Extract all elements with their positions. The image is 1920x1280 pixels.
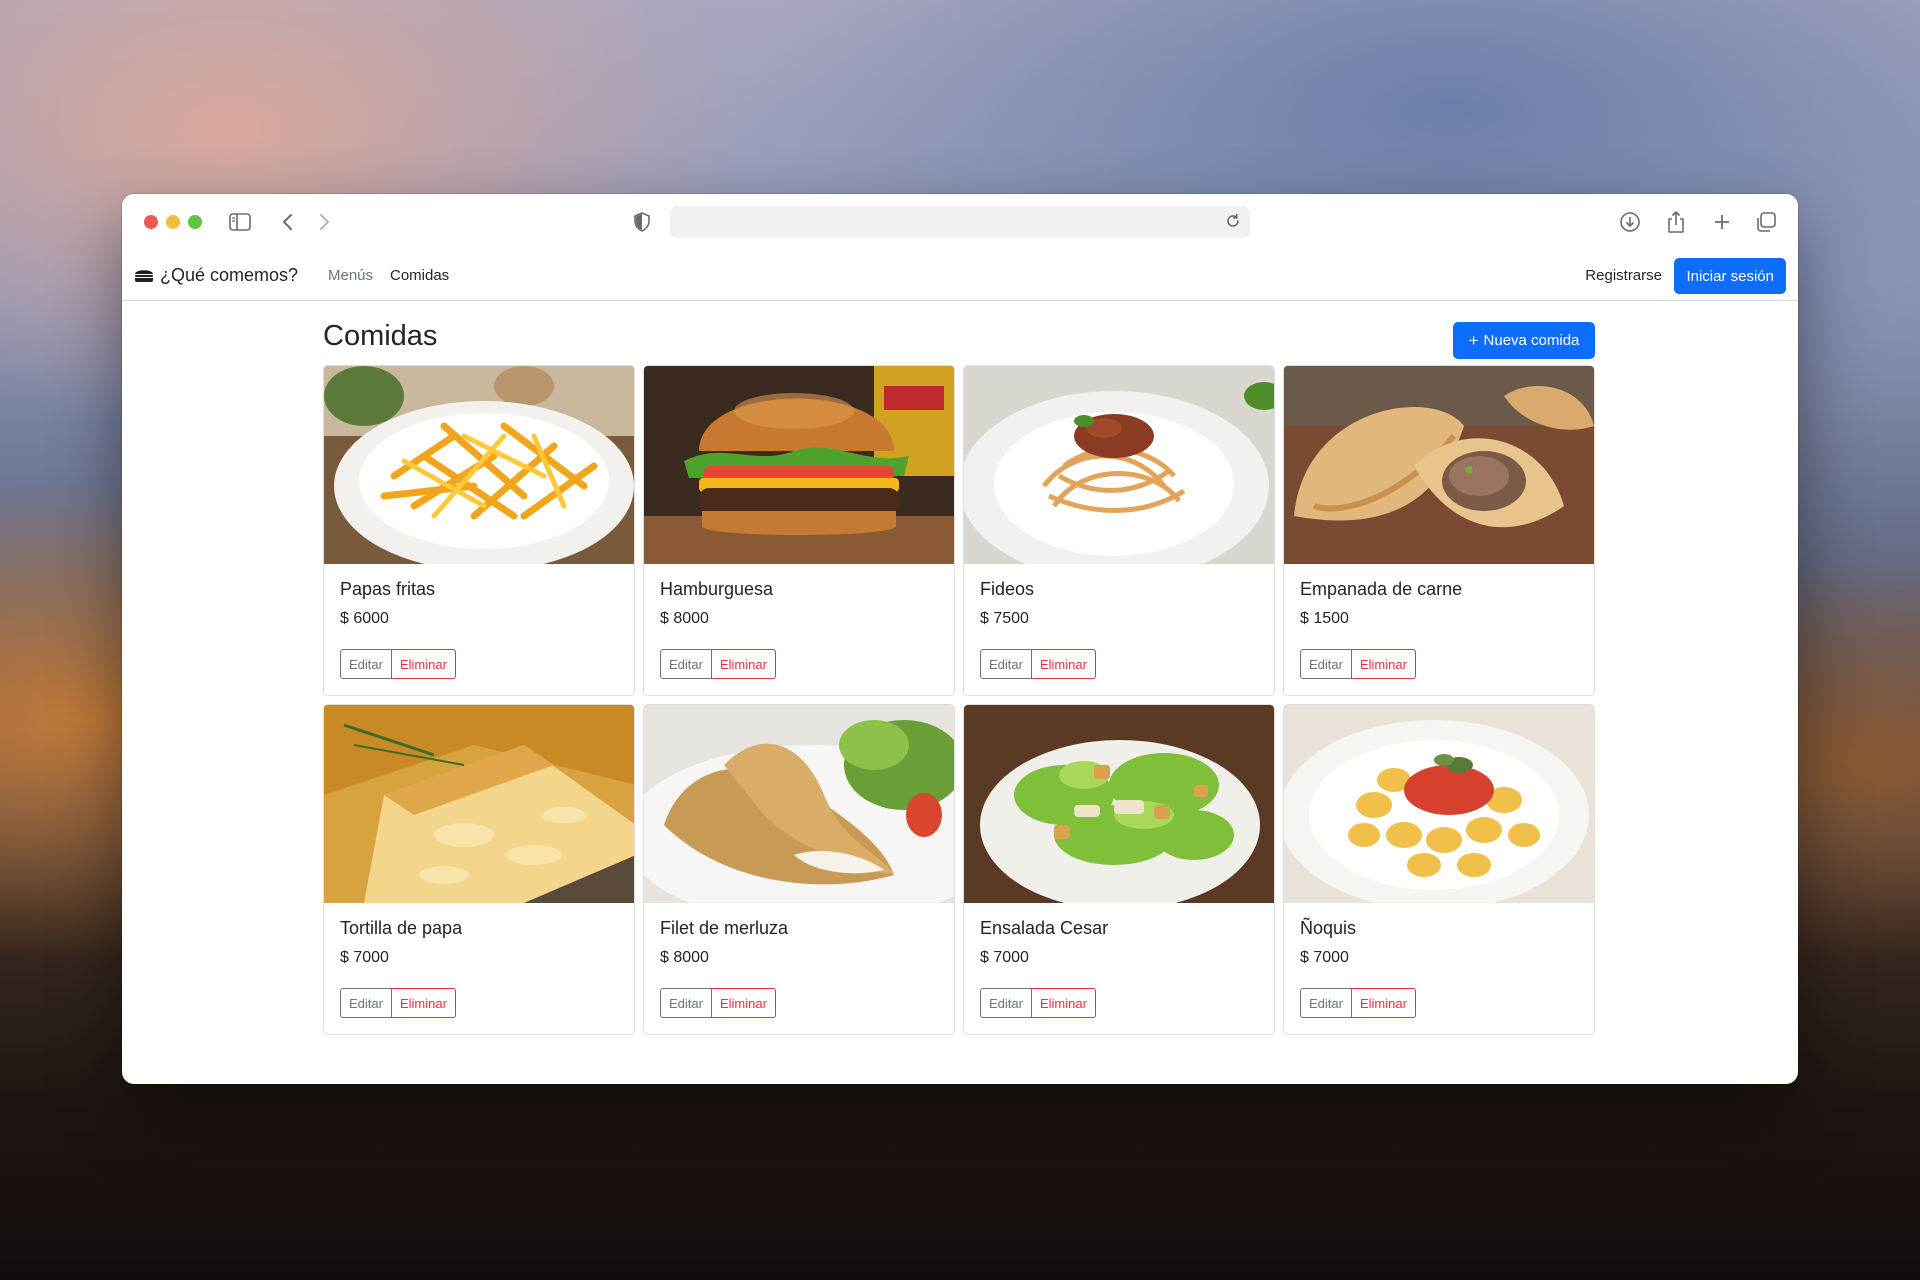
close-window-button[interactable]: [144, 215, 158, 229]
food-price: $ 7000: [980, 949, 1029, 966]
food-grid: Papas fritas $ 6000 Editar Eliminar Hamb…: [323, 365, 1595, 1035]
delete-button[interactable]: Eliminar: [391, 649, 456, 679]
browser-window: ¿Qué comemos? Menús Comidas Registrarse …: [122, 194, 1798, 1084]
pasta-photo: [964, 366, 1274, 564]
fish-fillet-photo: [644, 705, 954, 903]
french-fries-photo: [324, 366, 634, 564]
food-name: Empanada de carne: [1300, 579, 1463, 599]
delete-button[interactable]: Eliminar: [1351, 988, 1416, 1018]
edit-button[interactable]: Editar: [1300, 988, 1352, 1018]
delete-button[interactable]: Eliminar: [1351, 649, 1416, 679]
edit-button[interactable]: Editar: [660, 649, 712, 679]
address-bar[interactable]: [670, 206, 1250, 238]
hamburger-photo: [644, 366, 954, 564]
login-button[interactable]: Iniciar sesión: [1674, 258, 1786, 294]
food-card: Tortilla de papa $ 7000 Editar Eliminar: [323, 704, 635, 1035]
food-name: Ñoquis: [1300, 918, 1357, 938]
card-actions: Editar Eliminar: [1300, 988, 1416, 1018]
edit-button[interactable]: Editar: [660, 988, 712, 1018]
food-name: Hamburguesa: [660, 579, 774, 599]
card-actions: Editar Eliminar: [340, 649, 456, 679]
card-actions: Editar Eliminar: [980, 649, 1096, 679]
share-icon[interactable]: [1662, 208, 1690, 236]
tab-overview-icon[interactable]: [1752, 208, 1780, 236]
food-name: Fideos: [980, 579, 1035, 599]
page-title: Comidas: [323, 320, 438, 352]
edit-button[interactable]: Editar: [340, 649, 392, 679]
new-tab-icon[interactable]: [1708, 208, 1736, 236]
food-price: $ 1500: [1300, 610, 1349, 627]
card-actions: Editar Eliminar: [660, 988, 776, 1018]
edit-button[interactable]: Editar: [340, 988, 392, 1018]
minimize-window-button[interactable]: [166, 215, 180, 229]
food-price: $ 8000: [660, 610, 709, 627]
food-card: Fideos $ 7500 Editar Eliminar: [963, 365, 1275, 696]
forward-icon[interactable]: [310, 208, 338, 236]
burger-icon: [134, 267, 154, 283]
browser-toolbar: [122, 194, 1798, 250]
food-name: Filet de merluza: [660, 918, 789, 938]
delete-button[interactable]: Eliminar: [1031, 649, 1096, 679]
delete-button[interactable]: Eliminar: [1031, 988, 1096, 1018]
delete-button[interactable]: Eliminar: [711, 988, 776, 1018]
food-card: Empanada de carne $ 1500 Editar Eliminar: [1283, 365, 1595, 696]
food-card: Filet de merluza $ 8000 Editar Eliminar: [643, 704, 955, 1035]
card-actions: Editar Eliminar: [340, 988, 456, 1018]
food-card: Hamburguesa $ 8000 Editar Eliminar: [643, 365, 955, 696]
edit-button[interactable]: Editar: [1300, 649, 1352, 679]
reload-icon[interactable]: [1224, 212, 1242, 230]
tortilla-photo: [324, 705, 634, 903]
back-icon[interactable]: [274, 208, 302, 236]
food-price: $ 8000: [660, 949, 709, 966]
sidebar-toggle-icon[interactable]: [226, 208, 254, 236]
delete-button[interactable]: Eliminar: [391, 988, 456, 1018]
delete-button[interactable]: Eliminar: [711, 649, 776, 679]
nav-comidas-link[interactable]: Comidas: [390, 250, 449, 300]
card-actions: Editar Eliminar: [980, 988, 1096, 1018]
gnocchi-photo: [1284, 705, 1594, 903]
edit-button[interactable]: Editar: [980, 649, 1032, 679]
nav-menus-link[interactable]: Menús: [328, 250, 373, 300]
plus-icon: +: [1468, 330, 1479, 350]
food-name: Ensalada Cesar: [980, 918, 1109, 938]
food-price: $ 7500: [980, 610, 1029, 627]
brand-name: ¿Qué comemos?: [160, 264, 299, 285]
food-name: Papas fritas: [340, 579, 436, 599]
app-navbar: ¿Qué comemos? Menús Comidas Registrarse …: [122, 250, 1798, 301]
food-price: $ 7000: [340, 949, 389, 966]
new-food-label: Nueva comida: [1483, 332, 1580, 349]
zoom-window-button[interactable]: [188, 215, 202, 229]
food-card: Papas fritas $ 6000 Editar Eliminar: [323, 365, 635, 696]
new-food-button[interactable]: + Nueva comida: [1453, 322, 1595, 359]
food-price: $ 6000: [340, 610, 389, 627]
food-name: Tortilla de papa: [340, 918, 463, 938]
edit-button[interactable]: Editar: [980, 988, 1032, 1018]
card-actions: Editar Eliminar: [1300, 649, 1416, 679]
empanada-photo: [1284, 366, 1594, 564]
register-link[interactable]: Registrarse: [1585, 250, 1662, 300]
privacy-shield-icon[interactable]: [628, 208, 656, 236]
card-actions: Editar Eliminar: [660, 649, 776, 679]
caesar-salad-photo: [964, 705, 1274, 903]
food-card: Ensalada Cesar $ 7000 Editar Eliminar: [963, 704, 1275, 1035]
food-card: Ñoquis $ 7000 Editar Eliminar: [1283, 704, 1595, 1035]
food-price: $ 7000: [1300, 949, 1349, 966]
downloads-icon[interactable]: [1616, 208, 1644, 236]
brand-link[interactable]: ¿Qué comemos?: [134, 250, 298, 300]
